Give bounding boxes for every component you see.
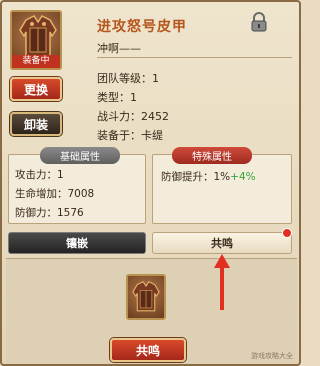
equipped-badge: 装备中 <box>12 55 60 68</box>
tab-inlay[interactable]: 镶嵌 <box>8 232 146 254</box>
lock-icon[interactable] <box>250 12 268 32</box>
hp-stat: 生命增加：7008 <box>15 188 95 200</box>
defense-boost-stat: 防御提升：1%+4% <box>161 169 256 184</box>
attack-stat: 攻击力：1 <box>15 169 64 181</box>
equipped-on: 装备于：卡缇 <box>97 129 163 142</box>
basic-attributes-box: 攻击力：1 生命增加：7008 防御力：1576 <box>8 154 146 224</box>
basic-attributes-header: 基础属性 <box>40 147 120 164</box>
watermark: 游戏攻略大全 <box>251 352 293 360</box>
item-description: 冲啊—— <box>97 42 141 55</box>
defense-boost-base: 1% <box>213 171 231 183</box>
armor-icon <box>132 281 160 312</box>
special-attributes-box: 防御提升：1%+4% <box>152 154 292 224</box>
item-slot[interactable]: 装备中 <box>10 10 62 70</box>
defense-boost-bonus: +4% <box>230 171 256 183</box>
item-name: 进攻怒号皮甲 <box>97 19 187 35</box>
resonance-button[interactable]: 共鸣 <box>110 338 186 362</box>
defense-stat: 防御力：1576 <box>15 207 84 219</box>
combat-power: 战斗力：2452 <box>97 110 169 123</box>
replace-button[interactable]: 更换 <box>10 77 62 101</box>
resonance-item-slot[interactable] <box>126 274 166 320</box>
unequip-button[interactable]: 卸装 <box>10 112 62 136</box>
defense-boost-label: 防御提升： <box>161 171 214 183</box>
equipment-detail-panel: 装备中 进攻怒号皮甲 冲啊—— 更换 卸装 团队等级：1 类型：1 战斗力：24… <box>0 0 301 366</box>
item-type: 类型：1 <box>97 91 137 104</box>
notification-dot <box>282 228 292 238</box>
divider <box>97 57 292 58</box>
red-arrow-indicator <box>214 254 230 310</box>
special-attributes-header: 特殊属性 <box>172 147 252 164</box>
armor-icon <box>19 15 57 57</box>
tab-resonance[interactable]: 共鸣 <box>152 232 292 254</box>
team-level: 团队等级：1 <box>97 72 159 85</box>
